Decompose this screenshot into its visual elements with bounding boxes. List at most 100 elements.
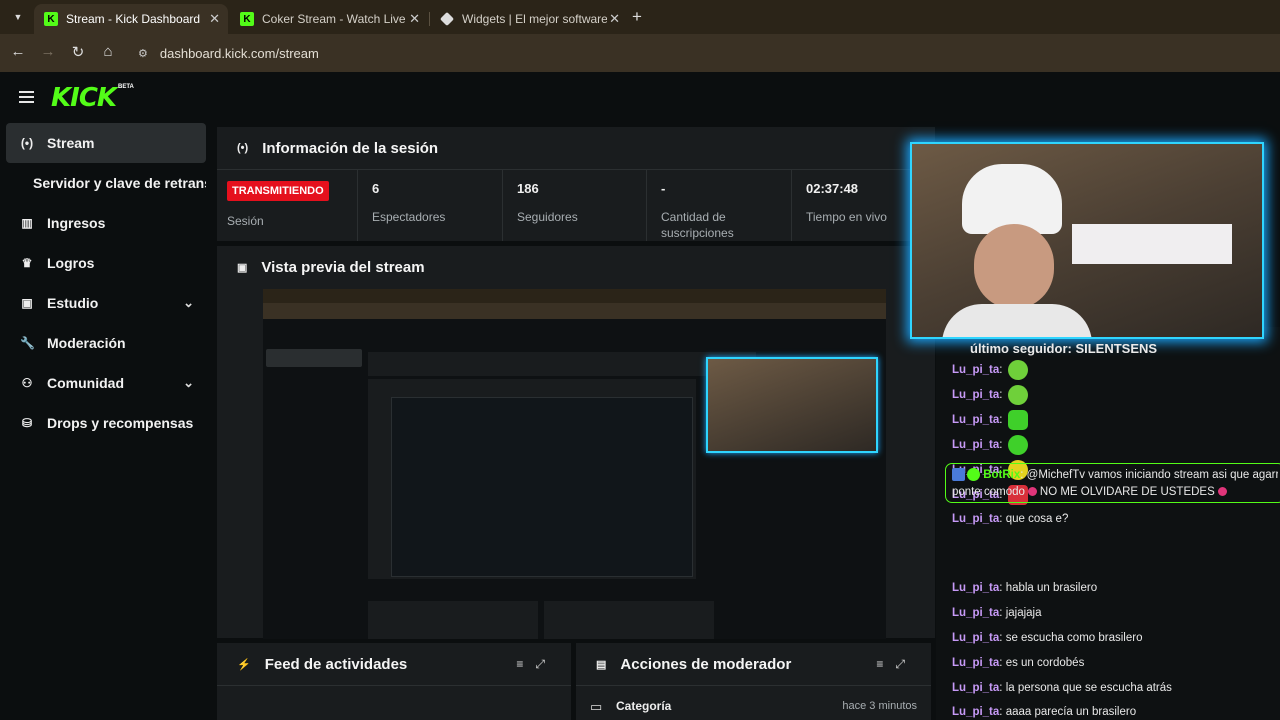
beta-badge: BETA xyxy=(118,84,134,90)
chat-username[interactable]: Lu_pi_ta xyxy=(952,607,999,619)
sidebar-item-estudio[interactable]: ▣ Estudio ⌄ xyxy=(6,283,206,323)
site-info-icon[interactable]: ⚙ xyxy=(138,47,148,60)
chat-username[interactable]: Lu_pi_ta xyxy=(952,582,999,594)
panel-header: ⚡ Feed de actividades xyxy=(217,643,407,685)
sidebar-item-logros[interactable]: ♛ Logros xyxy=(6,243,206,283)
tab-title: Stream - Kick Dashboard xyxy=(66,12,201,26)
sidebar-item-comunidad[interactable]: ⚇ Comunidad ⌄ xyxy=(6,363,206,403)
chat-username[interactable]: Lu_pi_ta xyxy=(952,706,999,718)
sidebar-item-label: Servidor y clave de retransmisión xyxy=(33,175,206,191)
panel-header: ▤ Acciones de moderador xyxy=(576,643,791,685)
panel-title: Feed de actividades xyxy=(264,655,408,673)
chat-message: Lu_pi_ta: xyxy=(952,435,1028,455)
preview-session-panel xyxy=(368,352,756,376)
chat-username[interactable]: Lu_pi_ta xyxy=(952,439,999,451)
chevron-down-icon[interactable]: ⌄ xyxy=(183,375,194,391)
stream-preview-video[interactable] xyxy=(263,289,886,639)
chat-username[interactable]: BotRix xyxy=(983,469,1020,481)
sidebar-item-ingresos[interactable]: ▥ Ingresos xyxy=(6,203,206,243)
chevron-down-icon[interactable]: ⌄ xyxy=(183,295,194,311)
preview-addressbar xyxy=(263,303,886,319)
close-tab-icon[interactable]: ✕ xyxy=(409,11,420,27)
close-tab-icon[interactable]: ✕ xyxy=(209,11,220,27)
popout-icon[interactable]: ⤢ xyxy=(535,657,557,671)
chat-message: Lu_pi_ta: xyxy=(952,410,1028,430)
sidebar-item-stream[interactable]: (•) Stream xyxy=(6,123,206,163)
chart-icon: ▥ xyxy=(21,216,33,230)
menu-hamburger-icon[interactable] xyxy=(19,91,34,103)
chat-message: Lu_pi_ta: se escucha como brasilero xyxy=(952,632,1143,644)
chat-message: Lu_pi_ta: es un cordobés xyxy=(952,657,1085,669)
browser-tab-bar: ▼ K Stream - Kick Dashboard ✕ K Coker St… xyxy=(0,0,1280,34)
mod-action-category: Categoría xyxy=(616,699,672,713)
sidebar-item-stream-key[interactable]: Servidor y clave de retransmisión xyxy=(6,163,206,203)
chat-username[interactable]: Lu_pi_ta xyxy=(952,414,999,426)
chat-message: Lu_pi_ta: que cosa e? xyxy=(952,513,1069,525)
document-icon: ▤ xyxy=(596,658,607,671)
forward-arrow-icon[interactable]: → xyxy=(38,43,58,60)
sidebar: (•) Stream Servidor y clave de retransmi… xyxy=(0,122,214,720)
new-tab-icon[interactable]: + xyxy=(632,7,642,27)
chat-text: jajajaja xyxy=(1005,607,1042,619)
stat-label: Tiempo en vivo xyxy=(806,210,887,224)
stat-label: Seguidores xyxy=(517,210,578,224)
browser-tab[interactable]: Widgets | El mejor software par ✕ xyxy=(430,4,628,34)
verified-badge-icon xyxy=(967,468,980,482)
url-field[interactable]: ⚙ dashboard.kick.com/stream xyxy=(128,39,1268,67)
sidebar-item-label: Moderación xyxy=(47,335,126,351)
broadcast-icon: (•) xyxy=(20,136,34,150)
sidebar-item-drops[interactable]: ⛁ Drops y recompensas xyxy=(6,403,206,443)
panel-title: Vista previa del stream xyxy=(261,258,425,276)
sidebar-item-moderacion[interactable]: 🔧 Moderación xyxy=(6,323,206,363)
webcam-overlay xyxy=(910,142,1264,339)
filter-icon[interactable]: ≡ xyxy=(516,657,535,671)
mod-action-time: hace 3 minutos xyxy=(842,700,917,712)
chat-username[interactable]: Lu_pi_ta xyxy=(952,657,999,669)
video-icon: ▣ xyxy=(237,261,248,274)
chat-username[interactable]: Lu_pi_ta xyxy=(952,682,999,694)
chat-username[interactable]: Lu_pi_ta xyxy=(952,364,999,376)
stat-label: Sesión xyxy=(227,214,264,228)
wrench-icon: 🔧 xyxy=(20,336,35,350)
chat-username[interactable]: Lu_pi_ta xyxy=(952,389,999,401)
kick-logo-icon: K xyxy=(44,12,58,26)
popout-icon[interactable]: ⤢ xyxy=(895,657,917,671)
filter-icon[interactable]: ≡ xyxy=(876,657,895,671)
browser-tab-active[interactable]: K Stream - Kick Dashboard ✕ xyxy=(34,4,228,34)
green-blob-emote-icon xyxy=(1007,410,1028,430)
sidebar-item-label: Ingresos xyxy=(47,215,106,231)
subscriptions-stat: - Cantidad de suscripciones xyxy=(646,169,791,241)
stat-value: 02:37:48 xyxy=(806,181,859,196)
sidebar-item-label: Comunidad xyxy=(47,375,124,391)
close-tab-icon[interactable]: ✕ xyxy=(609,11,620,27)
divider xyxy=(576,685,931,686)
people-icon: ⚇ xyxy=(21,376,33,390)
sidebar-item-label: Stream xyxy=(47,135,95,151)
chat-username[interactable]: Lu_pi_ta xyxy=(952,513,999,525)
tab-search-chevron-icon[interactable]: ▼ xyxy=(8,7,28,27)
reload-icon[interactable]: ↻ xyxy=(68,43,88,61)
green-monster-emote-icon xyxy=(1007,360,1028,380)
heart-emote-icon xyxy=(1027,487,1037,497)
home-icon[interactable]: ⌂ xyxy=(98,43,118,60)
browser-tab[interactable]: K Coker Stream - Watch Live on K ✕ xyxy=(230,4,428,34)
trophy-icon: ♛ xyxy=(21,256,33,270)
stat-value: 6 xyxy=(372,181,380,196)
lightning-icon: ⚡ xyxy=(237,658,251,671)
preview-feed-panel xyxy=(368,601,538,639)
latest-follower-label: último seguidor: SILENTSENS xyxy=(970,341,1158,356)
kick-logo[interactable]: KICK xyxy=(51,83,117,113)
chat-message: Lu_pi_ta: habla un brasilero xyxy=(952,582,1098,594)
green-monster-emote-icon xyxy=(1007,385,1028,405)
studio-icon: ▣ xyxy=(21,296,33,310)
chat-text: @MichefTv vamos iniciando stream asi que… xyxy=(1026,469,1278,481)
back-arrow-icon[interactable]: ← xyxy=(8,43,28,60)
kick-logo-icon: K xyxy=(240,12,254,26)
chat-message: Lu_pi_ta: xyxy=(952,385,1028,405)
panel-header: (•) Información de la sesión xyxy=(217,127,438,169)
widgets-diamond-icon xyxy=(439,11,455,27)
mod-actions-panel: ▤ Acciones de moderador ≡⤢ ▭ Categoría h… xyxy=(576,643,931,720)
chat-text: la persona que se escucha atrás xyxy=(1005,682,1172,694)
chat-username[interactable]: Lu_pi_ta xyxy=(952,632,999,644)
sidebar-item-label: Logros xyxy=(47,255,95,271)
